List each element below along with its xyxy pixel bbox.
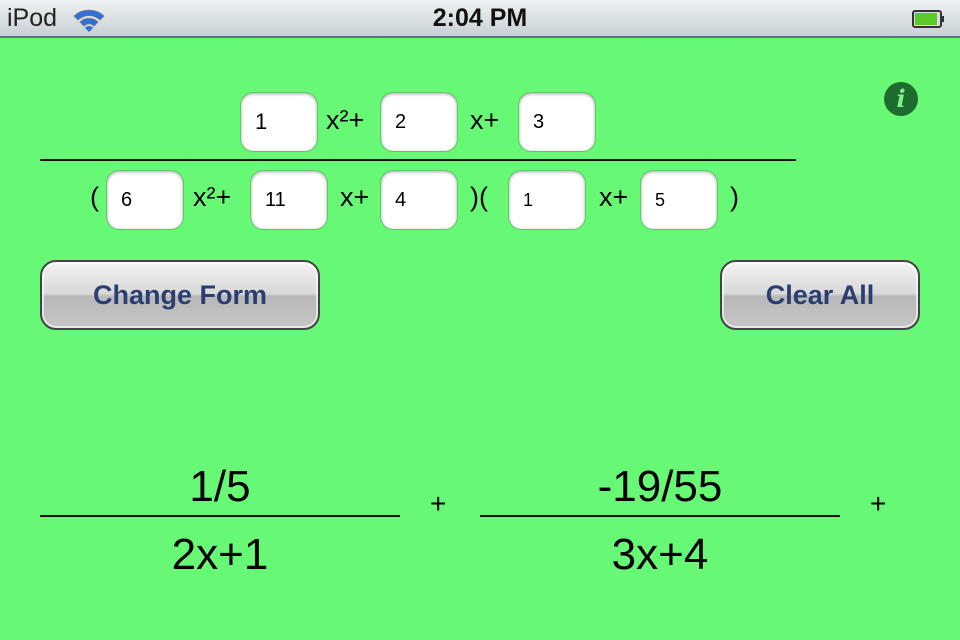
plus-operator: + bbox=[870, 488, 887, 519]
plus-operator: + bbox=[430, 488, 447, 519]
x-label: x+ bbox=[340, 182, 370, 212]
linear-constant-input[interactable]: 5 bbox=[641, 171, 717, 229]
x-squared-label: x²+ bbox=[326, 105, 365, 135]
result-fraction-bar bbox=[40, 515, 400, 517]
status-bar: iPod 2:04 PM bbox=[0, 0, 960, 38]
linear-x-coefficient-input[interactable]: 1 bbox=[509, 171, 585, 229]
result-denominator: 2x+1 bbox=[171, 530, 269, 579]
middle-paren: )( bbox=[470, 182, 488, 212]
numerator-x-coefficient-input[interactable]: 2 bbox=[381, 93, 457, 151]
battery-icon bbox=[912, 10, 944, 28]
info-button[interactable]: i bbox=[884, 82, 918, 116]
info-icon: i bbox=[896, 84, 906, 113]
open-paren: ( bbox=[90, 182, 99, 212]
denominator-constant-input[interactable]: 4 bbox=[381, 171, 457, 229]
result-fraction-bar bbox=[480, 515, 840, 517]
denominator-x-coefficient-input[interactable]: 11 bbox=[251, 171, 327, 229]
denominator-x2-coefficient-input[interactable]: 6 bbox=[107, 171, 183, 229]
clear-all-button[interactable]: Clear All bbox=[720, 260, 920, 330]
change-form-button[interactable]: Change Form bbox=[40, 260, 320, 330]
x-label: x+ bbox=[470, 105, 500, 135]
x-label: x+ bbox=[599, 182, 629, 212]
result-numerator: -19/55 bbox=[597, 462, 723, 511]
fraction-bar bbox=[40, 159, 796, 161]
numerator-constant-input[interactable]: 3 bbox=[519, 93, 595, 151]
result-numerator: 1/5 bbox=[189, 462, 251, 511]
x-squared-label: x²+ bbox=[193, 182, 232, 212]
close-paren: ) bbox=[730, 182, 739, 212]
clock: 2:04 PM bbox=[432, 4, 528, 32]
numerator-x2-coefficient-input[interactable]: 1 bbox=[241, 93, 317, 151]
result-denominator: 3x+4 bbox=[611, 530, 709, 579]
